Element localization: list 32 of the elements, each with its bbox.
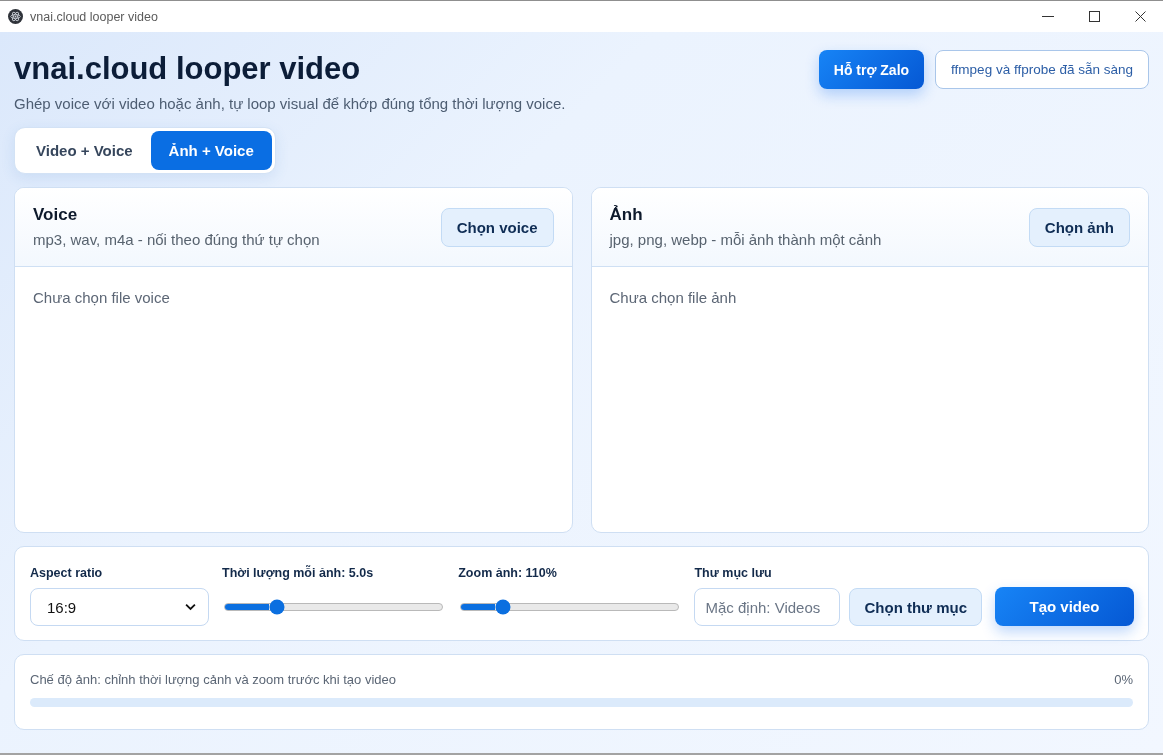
panel-description: jpg, png, webp - mỗi ảnh thành một cảnh xyxy=(609,230,882,250)
chevron-down-icon xyxy=(185,603,196,611)
empty-message: Chưa chọn file voice xyxy=(33,288,171,308)
slider-thumb[interactable] xyxy=(495,599,510,615)
mode-tab[interactable]: Ảnh + Voice xyxy=(150,131,272,170)
slider-label: Thời lượng mỗi ảnh: 5.0s xyxy=(222,565,375,582)
choose-file-button[interactable]: Chọn ảnh xyxy=(1028,207,1130,247)
close-icon xyxy=(1134,11,1146,22)
panel-title: Ảnh xyxy=(609,204,644,226)
status-badge: ffmpeg và ffprobe đã sẵn sàng xyxy=(935,50,1149,89)
output-folder-field[interactable]: Mặc định: Videos xyxy=(694,588,841,626)
aspect-ratio-select[interactable]: 16:9 xyxy=(30,588,209,626)
empty-message: Chưa chọn file ảnh xyxy=(609,288,738,308)
choose-folder-button[interactable]: Chọn thư mục xyxy=(849,588,982,626)
panel-title: Voice xyxy=(33,204,79,226)
mode-tab[interactable]: Video + Voice xyxy=(18,131,151,170)
status-message: Chế độ ảnh: chỉnh thời lượng cảnh và zoom trước khi tạo video xyxy=(30,671,396,688)
atom-icon xyxy=(8,9,23,24)
window-title: vnai.cloud looper video xyxy=(30,9,158,24)
app-title: vnai.cloud looper video xyxy=(14,50,362,88)
field-label: Aspect ratio xyxy=(30,565,104,581)
slider-thumb[interactable] xyxy=(269,599,285,615)
slider-label: Zoom ảnh: 110% xyxy=(458,565,558,582)
zalo-support-button[interactable]: Hỗ trợ Zalo xyxy=(818,50,925,89)
maximize-icon xyxy=(1088,11,1100,22)
create-video-button[interactable]: Tạo video xyxy=(995,587,1134,626)
panel-description: mp3, wav, m4a - nối theo đúng thứ tự chọn xyxy=(33,230,320,250)
progress-percent: 0% xyxy=(1114,671,1133,688)
minimize-icon xyxy=(1042,16,1054,17)
app-subtitle: Ghép voice với video hoặc ảnh, tự loop visual để khớp đúng tổng thời lượng voice. xyxy=(14,94,566,114)
choose-file-button[interactable]: Chọn voice xyxy=(440,207,554,247)
field-label: Thư mục lưu xyxy=(694,565,773,581)
